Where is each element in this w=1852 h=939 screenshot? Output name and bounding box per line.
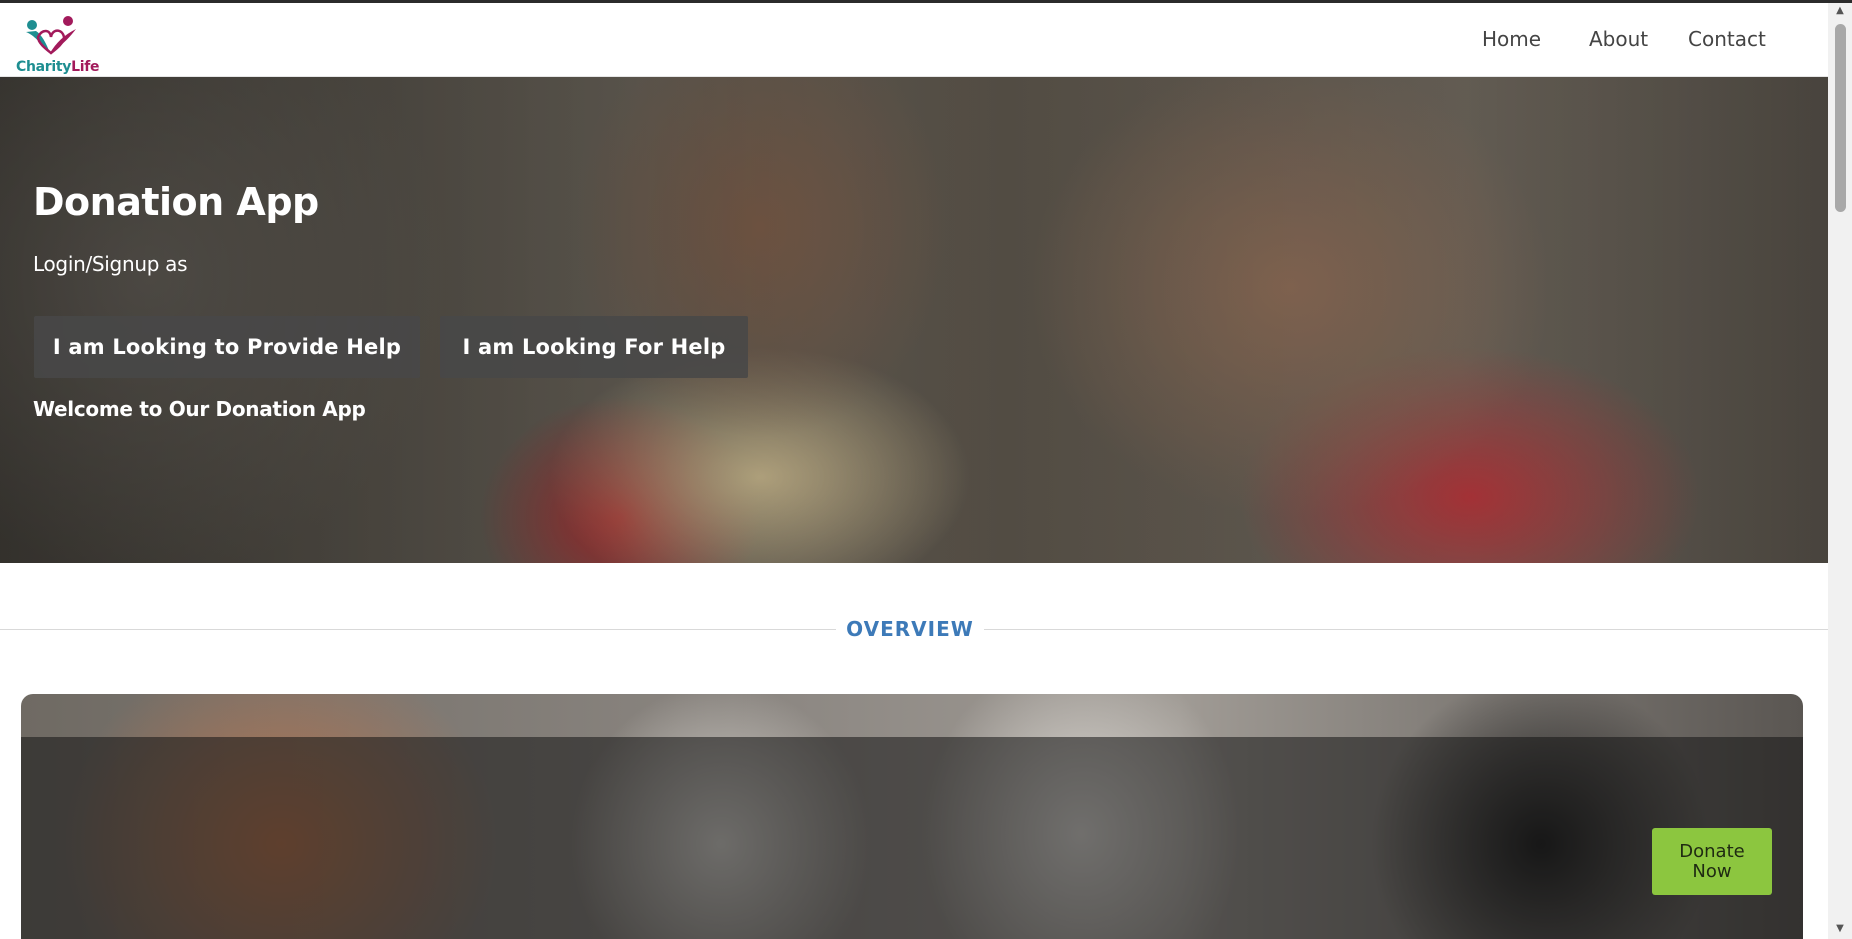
page: CharityLife Home About Contact Donation … xyxy=(0,0,1852,939)
nav-contact-link[interactable]: Contact xyxy=(1688,27,1766,51)
charity-heart-icon xyxy=(26,16,76,55)
logo-text-part1: Charity xyxy=(16,59,72,75)
navbar: CharityLife Home About Contact xyxy=(0,3,1828,77)
overview-card-overlay xyxy=(21,737,1803,939)
provide-help-button[interactable]: I am Looking to Provide Help xyxy=(34,316,420,378)
donate-label-line2: Now xyxy=(1692,860,1732,882)
hero-title: Donation App xyxy=(33,180,319,224)
nav-home-link[interactable]: Home xyxy=(1482,27,1541,51)
donate-label-line1: Donate xyxy=(1679,840,1745,862)
hero-subtitle: Login/Signup as xyxy=(33,252,188,276)
overview-divider-right xyxy=(984,629,1828,630)
logo-text-part2: Life xyxy=(71,59,100,75)
scrollbar-thumb[interactable] xyxy=(1835,24,1846,212)
logo-text: CharityLife xyxy=(16,59,100,75)
hero-welcome-text: Welcome to Our Donation App xyxy=(33,397,366,421)
logo[interactable]: CharityLife xyxy=(14,13,100,75)
scroll-up-arrow-icon[interactable]: ▲ xyxy=(1834,6,1846,16)
nav-about-link[interactable]: About xyxy=(1589,27,1648,51)
overview-card-image xyxy=(21,694,1803,939)
hero-banner: Donation App Login/Signup as I am Lookin… xyxy=(0,77,1828,563)
scroll-down-arrow-icon[interactable]: ▼ xyxy=(1834,924,1846,934)
seek-help-button[interactable]: I am Looking For Help xyxy=(440,316,748,378)
donate-now-button[interactable]: Donate Now xyxy=(1652,828,1772,895)
overview-divider-left xyxy=(0,629,836,630)
overview-heading: OVERVIEW xyxy=(846,617,974,641)
